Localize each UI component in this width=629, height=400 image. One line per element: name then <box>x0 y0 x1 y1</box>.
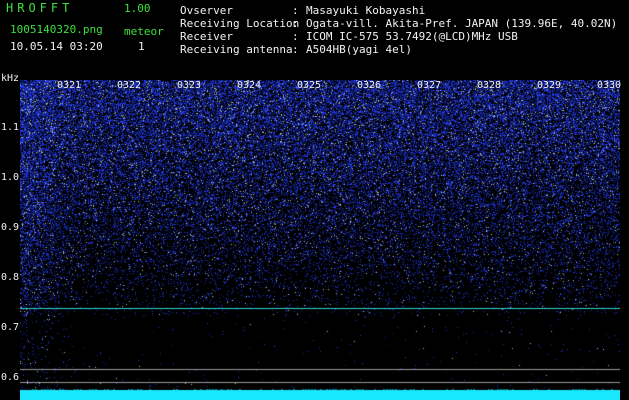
x-tick-label: 0328 <box>477 80 502 91</box>
x-tick-label: 0327 <box>417 80 442 91</box>
info-value: ICOM IC-575 53.7492(@LCD)MHz USB <box>306 30 518 43</box>
info-value: Ogata-vill. Akita-Pref. JAPAN (139.96E, … <box>306 17 618 30</box>
info-label: Receiving Location <box>180 17 300 30</box>
y-tick-label: 1.0 <box>1 172 20 183</box>
y-tick-label: 0.8 <box>1 272 20 283</box>
y-tick-label: 1.1 <box>1 122 20 133</box>
x-tick-label: 0321 <box>57 80 82 91</box>
x-tick-label: 0325 <box>297 80 322 91</box>
app-title: HROFFT <box>6 1 74 15</box>
info-label: Receiver <box>180 30 233 43</box>
x-tick-label: 0323 <box>177 80 202 91</box>
x-tick-label: 0322 <box>117 80 142 91</box>
info-row-antenna: Receiving antenna : A504HB(yagi 4el) <box>180 43 617 56</box>
info-separator: : <box>292 30 299 43</box>
info-row-observer: Ovserver : Masayuki Kobayashi <box>180 4 617 17</box>
capture-datetime: 10.05.14 03:20 <box>10 40 103 53</box>
spectrogram <box>20 80 620 400</box>
y-tick-label: 0.6 <box>1 372 20 383</box>
station-info: Ovserver : Masayuki Kobayashi Receiving … <box>180 4 617 56</box>
y-axis-unit: kHz <box>1 73 20 84</box>
info-separator: : <box>292 4 299 17</box>
app-version: 1.00 <box>124 2 151 15</box>
info-label: Ovserver <box>180 4 233 17</box>
y-tick-label: 0.7 <box>1 322 20 333</box>
y-tick-label: 0.9 <box>1 222 20 233</box>
x-tick-label: 0330 <box>597 80 622 91</box>
x-tick-label: 0326 <box>357 80 382 91</box>
info-separator: : <box>292 43 299 56</box>
file-name: 1005140320.png <box>10 23 103 36</box>
x-tick-label: 0324 <box>237 80 262 91</box>
x-tick-label: 0329 <box>537 80 562 91</box>
meteor-label: meteor <box>124 25 164 38</box>
info-value: Masayuki Kobayashi <box>306 4 426 17</box>
info-value: A504HB(yagi 4el) <box>306 43 412 56</box>
info-label: Receiving antenna <box>180 43 293 56</box>
info-row-receiver: Receiver : ICOM IC-575 53.7492(@LCD)MHz … <box>180 30 617 43</box>
meteor-count: 1 <box>138 40 145 53</box>
info-separator: : <box>292 17 299 30</box>
info-row-location: Receiving Location : Ogata-vill. Akita-P… <box>180 17 617 30</box>
